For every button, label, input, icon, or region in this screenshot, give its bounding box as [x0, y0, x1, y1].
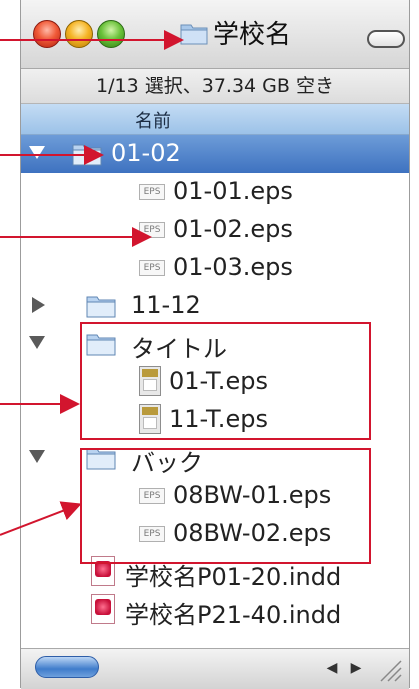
annotation-arrow	[0, 501, 82, 536]
annotation-arrows	[0, 30, 184, 536]
